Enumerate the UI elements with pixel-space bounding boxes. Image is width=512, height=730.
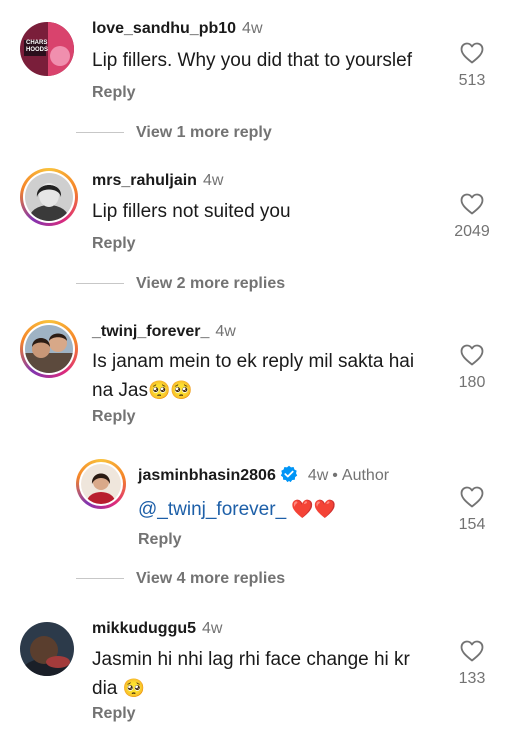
reply-button[interactable]: Reply [92,705,136,723]
avatar[interactable]: CHARS HOODS [20,22,74,76]
like-count: 154 [458,516,486,533]
verified-badge-icon [280,465,298,483]
divider [76,578,124,580]
avatar-image [81,464,121,504]
author-reply-item: jasminbhasin2806 4w • Author @_twinj_foreve… [0,455,512,565]
username[interactable]: love_sandhu_pb10 [92,20,236,37]
reply-button[interactable]: Reply [92,84,136,102]
view-more-replies[interactable]: View 2 more replies [76,275,285,293]
username[interactable]: mrs_rahuljain [92,172,197,189]
comment-text-part: na Jas [92,380,148,401]
like-count: 513 [458,72,486,89]
view-more-label[interactable]: View 1 more reply [136,124,272,141]
avatar[interactable] [76,459,126,509]
comment-item: mikkuduggu5 4w Jasmin hi nhi lag rhi face… [0,600,512,730]
comment-item: _twinj_forever_ 4w Is janam mein to ek re… [0,300,512,600]
comment-text-line: na Jas🥺🥺 [92,376,442,405]
username[interactable]: mikkuduggu5 [92,620,196,637]
timestamp: 4w [215,323,236,340]
view-more-replies[interactable]: View 4 more replies [76,570,285,588]
like-button[interactable]: 180 [442,344,502,392]
view-more-replies[interactable]: View 1 more reply [76,124,272,142]
timestamp: 4w [202,172,224,189]
like-button[interactable]: 133 [442,640,502,688]
divider [76,132,124,134]
username[interactable]: jasminbhasin2806 [138,467,276,484]
pleading-emoji: 🥺🥺 [147,380,193,400]
red-heart-emoji: ❤️❤️ [291,499,337,519]
avatar[interactable] [20,168,78,226]
comment-item: CHARS HOODS love_sandhu_pb10 4w Lip fille… [0,0,512,150]
comment-header: mikkuduggu5 4w [92,620,222,638]
view-more-label[interactable]: View 4 more replies [136,570,285,587]
heart-outline-icon[interactable] [460,344,484,366]
like-count: 180 [458,374,486,391]
pleading-emoji: 🥺 [122,678,146,698]
heart-outline-icon[interactable] [460,193,484,215]
avatar-ring [23,323,75,375]
comment-header: jasminbhasin2806 4w • Author [138,465,389,485]
avatar-logo-text: CHARS HOODS [26,40,49,53]
like-button[interactable]: 2049 [442,193,502,241]
reply-button[interactable]: Reply [138,531,182,549]
avatar[interactable] [20,622,74,676]
comment-header: mrs_rahuljain 4w [92,172,223,190]
view-more-label[interactable]: View 2 more replies [136,275,285,292]
mention-link[interactable]: @_twinj_forever_ [138,499,286,520]
comment-header: love_sandhu_pb10 4w [92,20,263,38]
comment-header: _twinj_forever_ 4w [92,323,236,341]
comment-text-line: Is janam mein to ek reply mil sakta hai [92,351,415,372]
username[interactable]: _twinj_forever_ [92,323,209,340]
like-button[interactable]: 513 [442,42,502,90]
comment-text-line: dia 🥺 [92,674,442,703]
reply-button[interactable]: Reply [92,408,136,426]
timestamp: 4w [242,20,263,37]
comment-text-line: Jasmin hi nhi lag rhi face change hi kr [92,649,410,670]
comment-text: Lip fillers. Why you did that to yoursle… [92,50,412,71]
author-label: Author [341,467,390,484]
comment-text-part: dia [92,678,118,699]
like-count: 2049 [454,223,490,240]
like-button[interactable]: 154 [442,486,502,534]
separator-dot: • [332,467,338,484]
comment-text: Jasmin hi nhi lag rhi face change hi kr … [92,646,442,703]
timestamp: 4w [202,620,223,637]
comment-text: @_twinj_forever_ ❤️❤️ [138,495,336,524]
timestamp: 4w [307,467,329,484]
avatar[interactable] [20,320,78,378]
reply-button[interactable]: Reply [92,235,136,253]
heart-outline-icon[interactable] [460,42,484,64]
comment-text: Lip fillers not suited you [92,201,291,222]
avatar-image [25,325,73,373]
comment-item: mrs_rahuljain 4w Lip fillers not suited y… [0,150,512,300]
comment-text: Is janam mein to ek reply mil sakta hai … [92,348,442,405]
avatar-ring [79,462,123,506]
avatar-ring [23,171,75,223]
like-count: 133 [458,670,486,687]
avatar-image [25,173,73,221]
heart-outline-icon[interactable] [460,486,484,508]
heart-outline-icon[interactable] [460,640,484,662]
divider [76,283,124,285]
